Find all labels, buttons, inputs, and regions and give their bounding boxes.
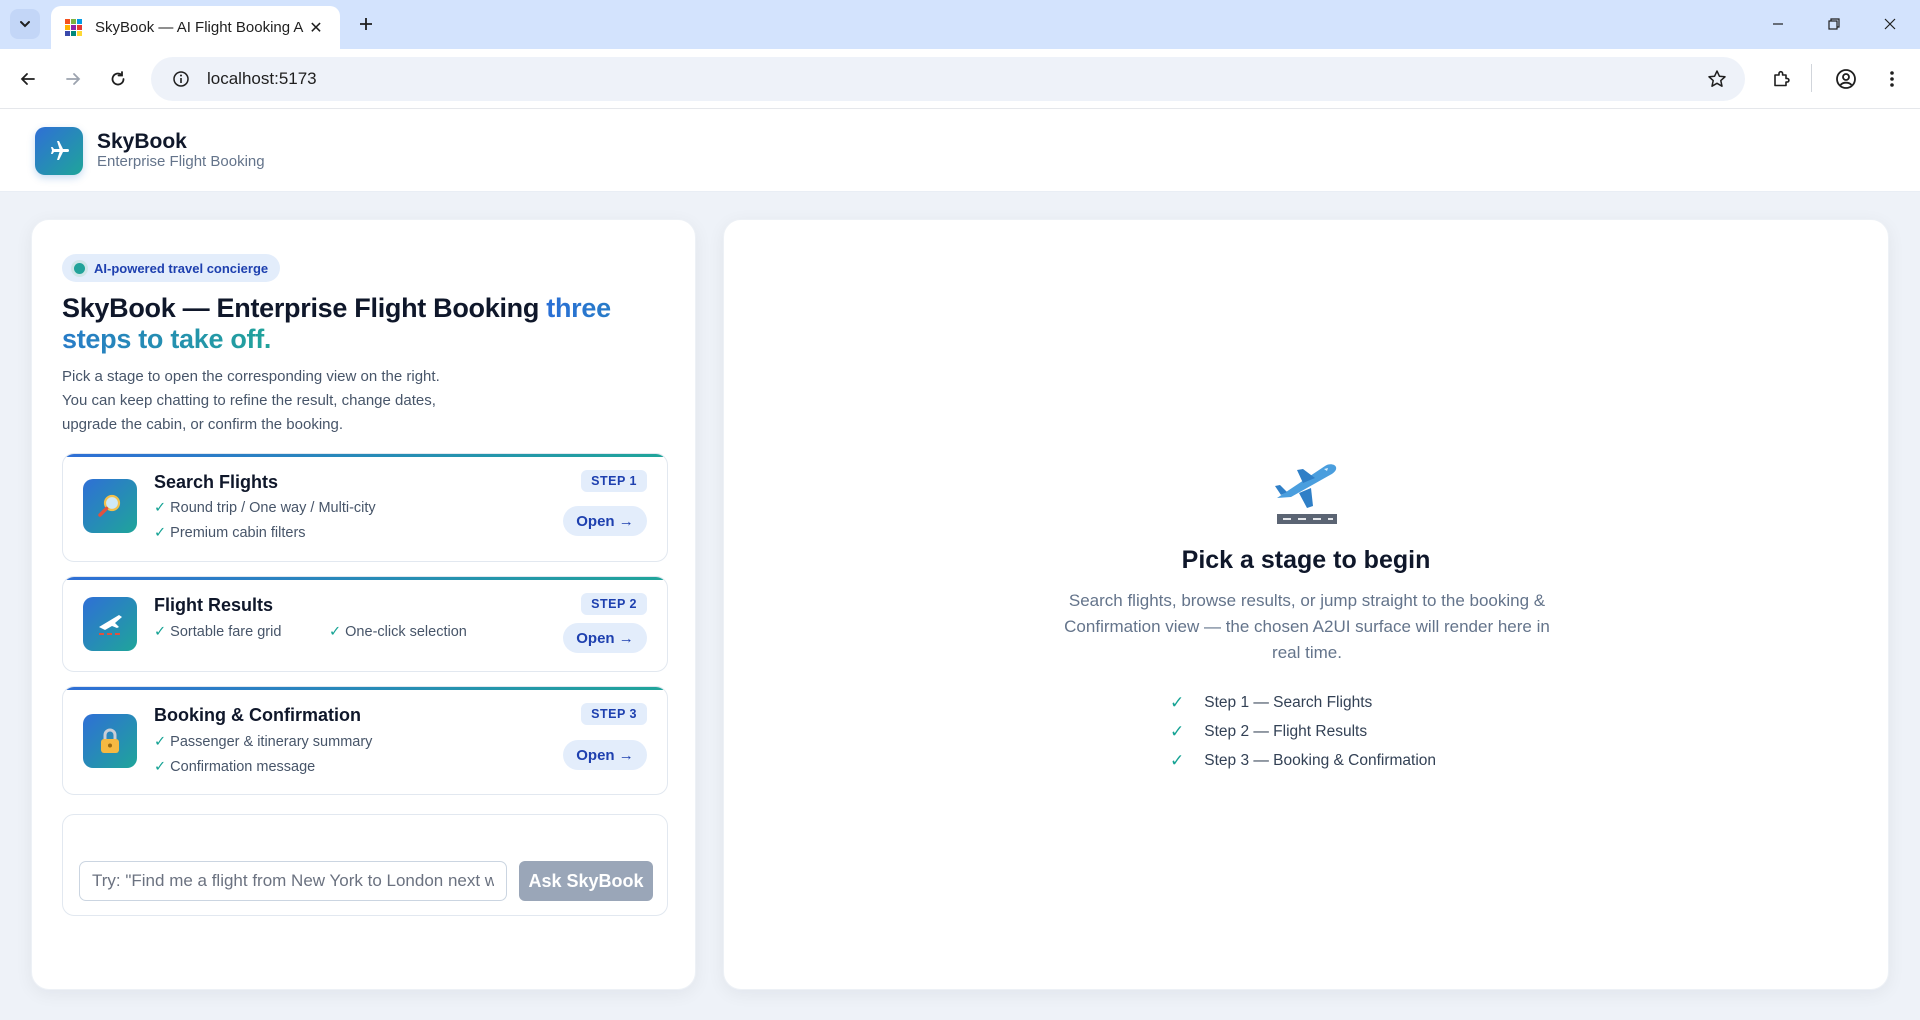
check-icon: ✓ bbox=[154, 525, 167, 541]
airplane-departure-icon bbox=[83, 597, 137, 651]
app-header: SkyBook Enterprise Flight Booking bbox=[0, 109, 1920, 192]
new-tab-button[interactable] bbox=[352, 10, 380, 38]
brand-name: SkyBook bbox=[97, 130, 187, 153]
intro-text: Pick a stage to open the corresponding v… bbox=[62, 365, 502, 437]
check-icon: ✓ bbox=[1170, 750, 1185, 770]
account-circle-icon bbox=[1836, 69, 1856, 89]
check-icon: ✓ bbox=[329, 624, 342, 640]
lock-icon bbox=[83, 714, 137, 768]
browser-menu-button[interactable] bbox=[1876, 63, 1908, 95]
page-title-main: SkyBook — Enterprise Flight Booking bbox=[62, 293, 547, 323]
brand-logo bbox=[35, 127, 83, 175]
stage-feature: ✓ Sortable fare grid bbox=[154, 624, 282, 640]
checklist-item: ✓ Step 2 — Flight Results bbox=[1170, 721, 1368, 741]
checklist-item: ✓ Step 1 — Search Flights bbox=[1170, 692, 1373, 712]
reload-button[interactable] bbox=[102, 63, 134, 95]
intro-line-2: You can keep chatting to refine the resu… bbox=[62, 392, 436, 409]
check-icon: ✓ bbox=[154, 500, 167, 516]
concierge-badge: AI-powered travel concierge bbox=[62, 254, 281, 282]
step-badge: STEP 2 bbox=[581, 593, 647, 615]
stage-selector-panel: AI-powered travel concierge SkyBook — En… bbox=[31, 219, 696, 990]
restore-button[interactable] bbox=[1816, 8, 1852, 40]
reload-icon bbox=[111, 71, 125, 86]
stage-card-flight-results[interactable]: Flight Results ✓ Sortable fare grid ✓ One-… bbox=[62, 576, 668, 672]
chat-input[interactable] bbox=[79, 861, 507, 901]
stage-title: Flight Results bbox=[154, 595, 274, 615]
minimize-button[interactable] bbox=[1760, 8, 1796, 40]
page-title: SkyBook — Enterprise Flight Booking thre… bbox=[62, 293, 662, 355]
minimize-icon bbox=[1773, 23, 1783, 25]
close-window-button[interactable] bbox=[1872, 8, 1908, 40]
stage-feature: ✓ One-click selection bbox=[329, 624, 467, 640]
stage-feature: ✓ Round trip / One way / Multi-city bbox=[154, 500, 376, 516]
empty-state-title: Pick a stage to begin bbox=[1181, 546, 1431, 574]
intro-line-3: upgrade the cabin, or confirm the bookin… bbox=[62, 416, 344, 433]
open-booking-confirmation-button[interactable]: Open → bbox=[563, 740, 647, 770]
stage-feature: ✓ Premium cabin filters bbox=[154, 525, 306, 541]
steps-checklist: ✓ Step 1 — Search Flights ✓ Step 2 — Fligh… bbox=[1170, 688, 1436, 775]
status-dot-icon bbox=[74, 262, 85, 274]
open-flight-results-button[interactable]: Open → bbox=[563, 623, 647, 653]
stage-card-booking-confirmation[interactable]: Booking & Confirmation ✓ Passenger & itin… bbox=[62, 686, 668, 795]
browser-tabstrip: SkyBook — AI Flight Booking A ✕ bbox=[0, 0, 1920, 49]
browser-tab-title: SkyBook — AI Flight Booking A bbox=[95, 19, 304, 36]
stage-feature: ✓ Confirmation message bbox=[154, 759, 316, 775]
intro-line-1: Pick a stage to open the corresponding v… bbox=[62, 368, 440, 385]
check-icon: ✓ bbox=[154, 759, 167, 775]
stage-title: Search Flights bbox=[154, 472, 279, 492]
chat-composer: Ask SkyBook bbox=[62, 814, 668, 916]
step-badge: STEP 3 bbox=[581, 703, 647, 725]
chevron-down-icon bbox=[20, 21, 30, 28]
stage-view-panel: Pick a stage to begin Search flights, br… bbox=[723, 219, 1889, 990]
check-icon: ✓ bbox=[1170, 692, 1185, 712]
ask-skybook-button[interactable]: Ask SkyBook bbox=[519, 861, 653, 901]
stage-feature: ✓ Passenger & itinerary summary bbox=[154, 734, 373, 750]
close-icon bbox=[1884, 18, 1896, 30]
airplane-icon bbox=[51, 141, 69, 160]
tab-close-icon[interactable]: ✕ bbox=[306, 18, 326, 38]
puzzle-icon bbox=[1774, 70, 1790, 87]
tab-search-button[interactable] bbox=[10, 9, 40, 39]
kebab-menu-icon bbox=[1890, 71, 1894, 87]
checklist-item: ✓ Step 3 — Booking & Confirmation bbox=[1170, 750, 1437, 770]
profile-button[interactable] bbox=[1830, 63, 1862, 95]
check-icon: ✓ bbox=[154, 624, 167, 640]
toolbar-separator bbox=[1811, 64, 1812, 92]
brand-subtitle: Enterprise Flight Booking bbox=[97, 153, 265, 170]
check-icon: ✓ bbox=[1170, 721, 1185, 741]
back-button[interactable] bbox=[12, 63, 44, 95]
stage-card-search-flights[interactable]: Search Flights ✓ Round trip / One way / M… bbox=[62, 453, 668, 562]
arrow-left-icon bbox=[20, 73, 35, 85]
concierge-badge-label: AI-powered travel concierge bbox=[94, 260, 269, 276]
extensions-button[interactable] bbox=[1765, 63, 1797, 95]
browser-toolbar: localhost:5173 bbox=[0, 49, 1920, 109]
step-badge: STEP 1 bbox=[581, 470, 647, 492]
app-favicon-icon bbox=[65, 18, 83, 37]
stage-title: Booking & Confirmation bbox=[154, 705, 361, 725]
restore-icon bbox=[1828, 18, 1840, 30]
address-url: localhost:5173 bbox=[207, 69, 317, 88]
arrow-right-icon bbox=[66, 73, 81, 85]
empty-state-description: Search flights, browse results, or jump … bbox=[1064, 591, 1550, 662]
browser-tab-active[interactable]: SkyBook — AI Flight Booking A ✕ bbox=[51, 6, 340, 49]
plus-icon bbox=[360, 18, 372, 30]
airplane-illustration-icon bbox=[1275, 464, 1337, 524]
check-icon: ✓ bbox=[154, 734, 167, 750]
bookmark-star-icon[interactable] bbox=[1707, 69, 1727, 89]
site-info-icon[interactable] bbox=[171, 69, 191, 89]
magnifier-icon bbox=[83, 479, 137, 533]
address-bar[interactable]: localhost:5173 bbox=[151, 57, 1745, 101]
open-search-flights-button[interactable]: Open → bbox=[563, 506, 647, 536]
forward-button[interactable] bbox=[57, 63, 89, 95]
